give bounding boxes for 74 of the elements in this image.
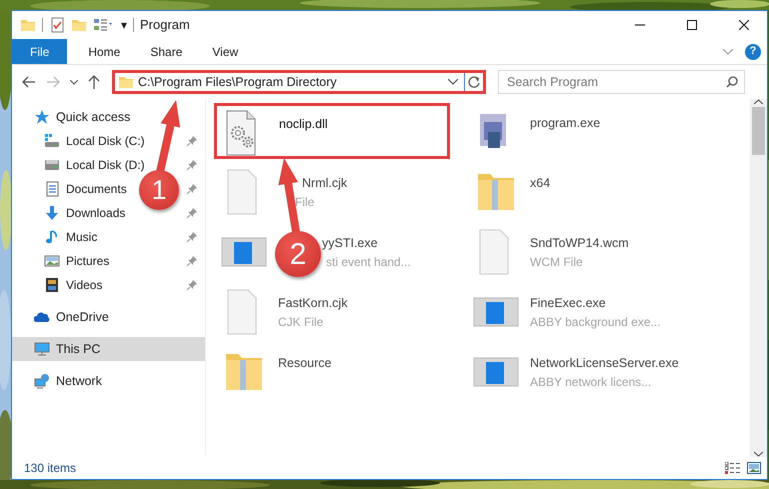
music-note-icon: [44, 229, 60, 245]
file-type: ABBY background exe...: [530, 314, 661, 331]
nav-item[interactable]: This PC: [34, 340, 100, 358]
ribbon-tab[interactable]: Share: [135, 39, 198, 64]
document-icon: [44, 181, 60, 197]
film-icon: [44, 277, 60, 293]
pin-icon: [187, 136, 197, 146]
up-arrow-icon: [88, 75, 100, 89]
forward-arrow-icon: [46, 76, 60, 88]
details-view-icon[interactable]: [725, 462, 741, 474]
file-type: ABBY network licens...: [530, 374, 652, 391]
file-name[interactable]: x64: [530, 174, 550, 193]
nav-item[interactable]: Music: [44, 228, 98, 246]
nav-item[interactable]: Downloads: [44, 204, 126, 222]
address-bar[interactable]: C:\Program Files\Program Directory: [112, 70, 486, 94]
monitor-icon: [34, 341, 50, 357]
file-name[interactable]: FastKorn.cjk: [278, 294, 348, 313]
file-name[interactable]: noclip.dll: [279, 115, 328, 134]
pin-icon: [187, 280, 197, 290]
file-type: CJK File: [278, 314, 324, 331]
drive-icon: [44, 133, 60, 149]
large-icons-view-icon[interactable]: [747, 462, 761, 474]
file-type: sti event hand...: [326, 254, 411, 271]
close-icon: [739, 20, 749, 30]
back-arrow-icon: [22, 76, 36, 88]
folder-icon: [118, 74, 134, 90]
file-name[interactable]: Resource: [278, 354, 332, 373]
address-input[interactable]: C:\Program Files\Program Directory: [134, 72, 448, 92]
file-name[interactable]: SndToWP14.wcm: [530, 234, 629, 253]
item-count: 130 items: [24, 460, 76, 477]
pin-icon: [187, 256, 197, 266]
file-name[interactable]: FineExec.exe: [530, 294, 661, 313]
nav-item[interactable]: OneDrive: [34, 308, 109, 326]
picture-icon: [44, 253, 60, 269]
ribbon-tab[interactable]: View: [197, 39, 254, 64]
expand-ribbon-icon[interactable]: [723, 48, 733, 54]
nav-item[interactable]: Pictures: [44, 252, 110, 270]
network-icon: [34, 373, 50, 389]
pin-icon: [187, 208, 197, 218]
drive-icon: [44, 157, 60, 173]
file-name[interactable]: Nrml.cjk: [302, 174, 348, 193]
file-type: WCM File: [530, 254, 584, 271]
file-name[interactable]: NetworkLicenseServer.exe: [530, 354, 679, 373]
nav-item[interactable]: Quick access: [34, 108, 130, 126]
nav-item[interactable]: Videos: [44, 276, 102, 294]
nav-item[interactable]: Network: [34, 372, 102, 390]
search-input[interactable]: Search Program: [499, 72, 726, 92]
down-arrow-icon: [44, 205, 60, 221]
scrollbar[interactable]: [750, 99, 767, 457]
pin-icon: [187, 160, 197, 170]
file-type: File: [295, 194, 316, 211]
maximize-icon: [687, 20, 697, 30]
help-button[interactable]: ?: [745, 44, 761, 60]
pin-icon: [187, 184, 197, 194]
file-name[interactable]: yySTI.exe: [322, 234, 411, 253]
pin-icon: [187, 232, 197, 242]
star-icon: [34, 109, 50, 125]
file-name[interactable]: program.exe: [530, 114, 600, 133]
properties-icon[interactable]: [93, 17, 115, 33]
nav-item[interactable]: Documents: [44, 180, 127, 198]
nav-item[interactable]: Local Disk (C:): [44, 132, 145, 150]
scroll-thumb[interactable]: [752, 107, 765, 155]
search-box[interactable]: Search Program: [498, 70, 745, 94]
scroll-down-icon: [754, 451, 763, 457]
caret-icon: [70, 80, 78, 84]
ribbon-tab[interactable]: Home: [73, 39, 136, 64]
customize-menu-glyph[interactable]: ▾: [121, 16, 127, 34]
checklist-icon[interactable]: [49, 17, 65, 33]
window-title: Program: [140, 16, 190, 34]
search-icon[interactable]: [726, 76, 738, 88]
file-menu-tab[interactable]: File: [12, 39, 68, 64]
dropdown-icon[interactable]: [448, 79, 458, 85]
refresh-icon[interactable]: [468, 76, 480, 88]
scroll-up-icon: [754, 99, 763, 105]
